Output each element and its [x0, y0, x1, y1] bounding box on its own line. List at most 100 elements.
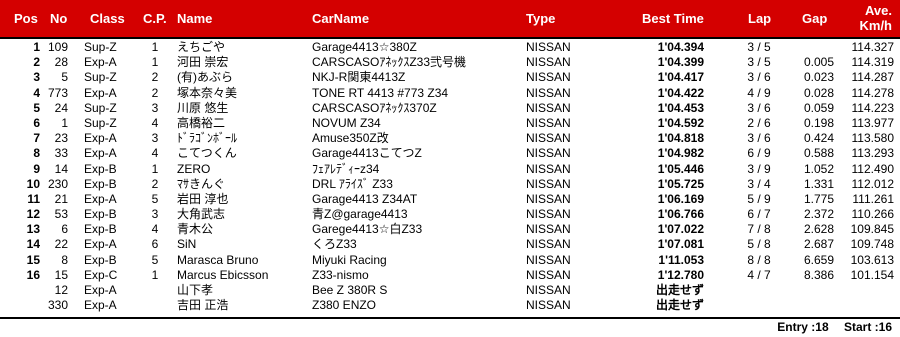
row-pos: 6 [33, 115, 40, 130]
row-gap: 0.059 [803, 100, 834, 115]
row-cp: 2 [151, 70, 159, 85]
row-name: こてつくん [177, 146, 237, 161]
row-pos: 11 [27, 191, 40, 206]
table-row: 5 24 Sup-Z 3 川原 悠生 CARSCASOｱﾈｯｸｽ370Z NISSAN 1'0… [0, 101, 900, 116]
row-pos: 7 [33, 131, 40, 146]
row-best-time: 出走せず [655, 298, 704, 313]
row-cp: 3 [151, 100, 159, 115]
row-carname: CARSCASOｱﾈｯｸｽ370Z [312, 100, 437, 115]
row-pos: 10 [26, 176, 40, 191]
row-no: 8 [61, 252, 68, 267]
row-cp: 6 [151, 237, 159, 252]
footer-summary: Entry :18 Start :16 [765, 320, 892, 334]
row-name: 青木公 [177, 222, 214, 237]
row-name: SiN [177, 237, 197, 252]
row-best-time: 1'06.766 [657, 207, 704, 222]
row-type: NISSAN [526, 207, 571, 222]
row-pos: 12 [26, 207, 40, 222]
row-name: 大角武志 [177, 207, 226, 222]
row-carname: くろZ33 [312, 237, 357, 252]
row-ave: 114.223 [851, 100, 895, 115]
row-best-time: 1'07.081 [657, 237, 704, 252]
header-no: No [50, 11, 68, 26]
row-ave: 110.266 [851, 207, 895, 222]
row-no: 53 [54, 207, 68, 222]
row-type: NISSAN [526, 176, 571, 191]
row-no: 109 [47, 40, 68, 54]
header-cp: C.P. [143, 11, 167, 26]
row-ave: 111.261 [852, 191, 894, 206]
row-no: 230 [47, 176, 68, 191]
table-row: 9 14 Exp-B 1 ZERO ﾌｪｱﾚﾃﾞｨｰz34 NISSAN 1'05.446 3 … [0, 162, 900, 177]
row-best-time: 1'04.417 [657, 70, 704, 85]
header-lap: Lap [748, 11, 772, 26]
row-type: NISSAN [526, 161, 571, 176]
row-carname: NOVUM Z34 [312, 115, 381, 130]
header-gap: Gap [802, 11, 828, 26]
row-lap: 3 / 6 [747, 100, 771, 115]
row-ave: 109.845 [850, 222, 894, 237]
row-gap: 6.659 [803, 252, 834, 267]
row-best-time: 1'04.399 [657, 55, 704, 70]
row-no: 6 [61, 222, 68, 237]
row-no: 1 [61, 115, 68, 130]
row-pos: 14 [26, 237, 40, 252]
row-ave: 112.012 [851, 176, 895, 191]
table-row: 16 15 Exp-C 1 Marcus Ebicsson Z33-nismo NISSAN… [0, 268, 900, 283]
row-class: Exp-A [84, 85, 117, 100]
row-type: NISSAN [526, 146, 571, 161]
header-type: Type [526, 11, 556, 26]
row-best-time: 1'04.592 [657, 115, 704, 130]
header-ave-line1: Ave. [865, 3, 892, 18]
row-cp: 5 [151, 191, 159, 206]
row-name: 吉田 正浩 [177, 298, 229, 313]
row-class: Exp-A [84, 55, 117, 70]
row-carname: Miyuki Racing [312, 252, 387, 267]
header-class: Class [90, 11, 125, 26]
row-cp: 2 [151, 176, 159, 191]
row-lap: 2 / 6 [747, 115, 771, 130]
row-pos: 16 [26, 267, 40, 282]
footer-divider [0, 317, 900, 319]
row-no: 24 [54, 100, 68, 115]
row-carname: Garage4413こてつZ [312, 146, 422, 161]
row-ave: 113.580 [851, 131, 895, 146]
row-lap: 4 / 9 [747, 85, 771, 100]
row-best-time: 1'07.022 [657, 222, 704, 237]
row-lap: 6 / 7 [747, 207, 771, 222]
row-type: NISSAN [526, 298, 571, 313]
row-lap: 3 / 6 [747, 131, 771, 146]
row-best-time: 1'04.394 [657, 40, 704, 54]
row-cp: 1 [151, 55, 159, 70]
row-lap: 5 / 9 [747, 191, 771, 206]
row-ave: 109.748 [850, 237, 894, 252]
row-ave: 113.293 [851, 146, 895, 161]
row-class: Sup-Z [84, 70, 117, 85]
row-pos: 2 [33, 55, 40, 70]
row-carname: CARSCASOｱﾈｯｸｽZ33弐号機 [312, 55, 467, 70]
row-best-time: 1'05.725 [657, 176, 704, 191]
row-best-time: 1'04.422 [657, 85, 704, 100]
table-row: 8 33 Exp-A 4 こてつくん Garage4413こてつZ NISSAN 1'04.9… [0, 146, 900, 161]
row-lap: 7 / 8 [747, 222, 771, 237]
row-class: Exp-A [84, 237, 117, 252]
row-no: 33 [54, 146, 68, 161]
row-type: NISSAN [526, 222, 571, 237]
table-row: 2 28 Exp-A 1 河田 崇宏 CARSCASOｱﾈｯｸｽZ33弐号機 NISSAN 1… [0, 55, 900, 70]
row-gap: 1.775 [803, 191, 834, 206]
row-name: 河田 崇宏 [177, 55, 229, 70]
row-carname: Z33-nismo [312, 267, 369, 282]
row-lap: 8 / 8 [747, 252, 771, 267]
row-cp: 1 [151, 40, 159, 54]
row-lap: 4 / 7 [747, 267, 771, 282]
row-name: ZERO [177, 161, 211, 176]
row-lap: 3 / 4 [747, 176, 771, 191]
row-name: Marcus Ebicsson [177, 267, 269, 282]
row-gap: 0.424 [803, 131, 834, 146]
row-pos: 15 [26, 252, 40, 267]
row-no: 12 [54, 283, 68, 297]
entry-count: Entry :18 [777, 320, 829, 334]
row-carname: ﾌｪｱﾚﾃﾞｨｰz34 [312, 161, 380, 176]
row-carname: Garege4413☆白Z33 [312, 222, 423, 237]
row-best-time: 1'05.446 [657, 161, 704, 176]
